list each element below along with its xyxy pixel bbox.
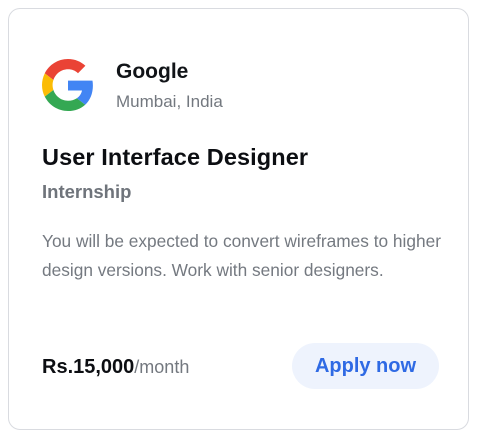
company-location: Mumbai, India — [116, 92, 223, 111]
job-title: User Interface Designer — [42, 144, 309, 170]
salary-period: /month — [134, 357, 190, 377]
job-description: You will be expected to convert wirefram… — [42, 231, 441, 280]
salary-amount: Rs.15,000 — [42, 356, 135, 378]
job-type: Internship — [42, 181, 132, 202]
google-logo-icon — [42, 59, 94, 111]
company-name: Google — [116, 60, 189, 83]
apply-now-button[interactable]: Apply now — [292, 343, 439, 389]
job-card: Google Mumbai, India User Interface Desi… — [8, 8, 469, 430]
salary: Rs.15,000/month — [42, 354, 189, 382]
